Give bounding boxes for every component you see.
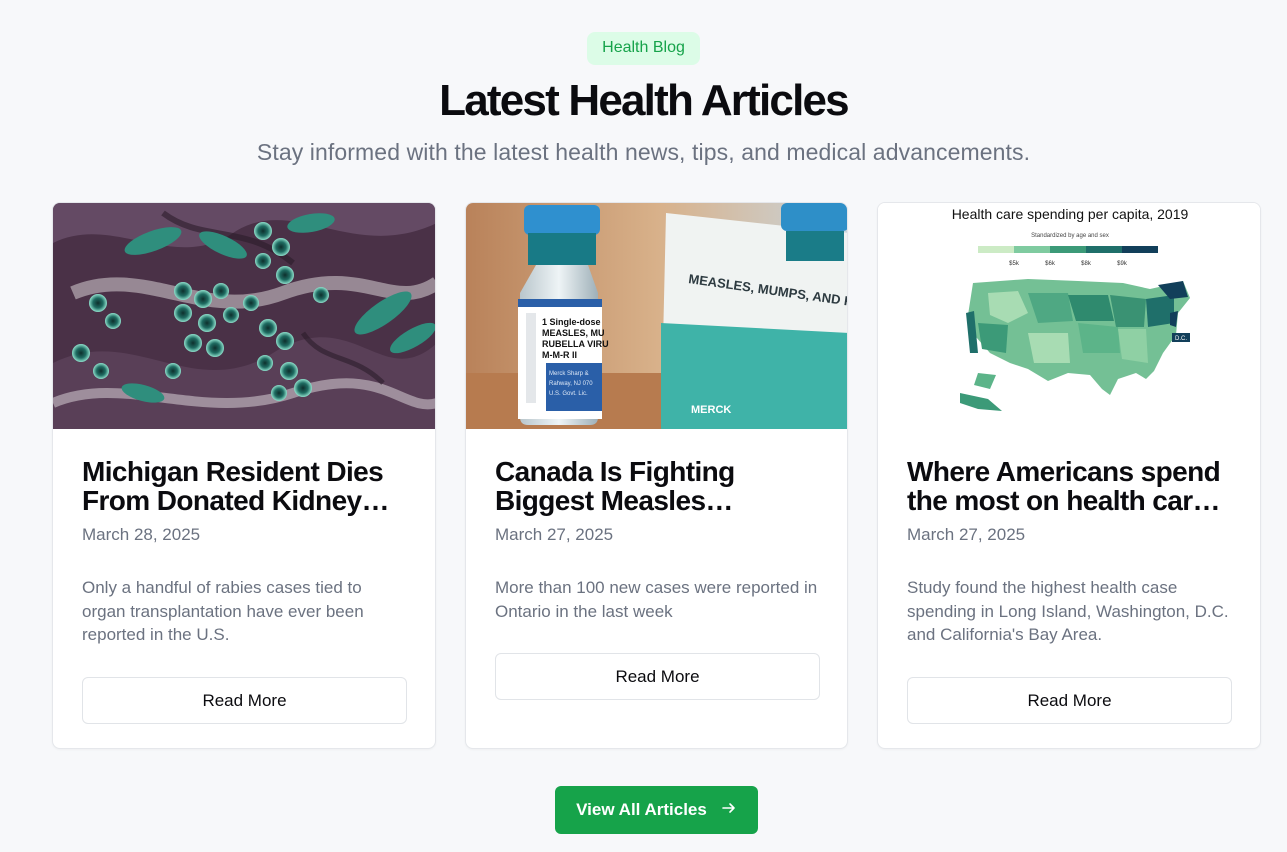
blog-badge: Health Blog (587, 32, 700, 65)
box-brand-text: MERCK (691, 404, 731, 416)
article-date: March 27, 2025 (495, 525, 614, 544)
legend-tick: $9k (1117, 261, 1128, 267)
read-more-button[interactable]: Read More (82, 676, 407, 724)
legend-tick: $8k (1081, 261, 1092, 267)
article-excerpt: More than 100 new cases were reported in… (495, 578, 818, 621)
page-header: Health Blog Latest Health Articles Stay … (0, 32, 1287, 166)
view-all-articles-button[interactable]: View All Articles (555, 786, 758, 834)
article-card-rabies: Michigan Resident Dies From Donated Kidn… (52, 202, 436, 749)
view-all-label: View All Articles (576, 800, 707, 819)
article-excerpt: Study found the highest health case spen… (907, 578, 1229, 644)
us-map (960, 279, 1190, 411)
read-more-button[interactable]: Read More (907, 676, 1232, 724)
article-image-us-spending-map: Health care spending per capita, 2019 St… (878, 203, 1260, 429)
vial-maker-text: Merck Sharp & (549, 371, 589, 377)
article-date: March 27, 2025 (907, 525, 1026, 544)
page-title: Latest Health Articles (439, 76, 850, 125)
dc-label: D.C. (1175, 336, 1187, 342)
legend-tick: $5k (1009, 261, 1020, 267)
article-title[interactable]: Michigan Resident Dies From Donated Kidn… (82, 457, 406, 515)
article-card-measles: MEASLES, MUMPS, AND RUBELLA MERCK 1 Sing… (465, 202, 848, 749)
map-legend: $5k $6k $8k $9k (978, 246, 1158, 267)
article-image-mmr-vaccine: MEASLES, MUMPS, AND RUBELLA MERCK 1 Sing… (466, 203, 847, 429)
page-subtitle: Stay informed with the latest health new… (256, 139, 1031, 165)
svg-text:Rahway, NJ 070: Rahway, NJ 070 (549, 381, 593, 387)
svg-text:MEASLES, MU: MEASLES, MU (542, 328, 605, 338)
map-subtitle: Standardized by age and sex (1031, 233, 1109, 239)
legend-tick: $6k (1045, 261, 1056, 267)
article-title[interactable]: Canada Is Fighting Biggest Measles… (495, 457, 818, 515)
article-image-rabies-virus (53, 203, 435, 429)
map-title: Health care spending per capita, 2019 (952, 206, 1189, 222)
svg-text:M-M-R II: M-M-R II (542, 350, 577, 360)
vial-label-text: 1 Single-dose (542, 317, 601, 327)
svg-text:RUBELLA VIRU: RUBELLA VIRU (542, 339, 609, 349)
article-excerpt: Only a handful of rabies cases tied to o… (82, 578, 364, 644)
article-title[interactable]: Where Americans spend the most on health… (907, 457, 1231, 515)
article-card-health-spending: Health care spending per capita, 2019 St… (877, 202, 1261, 749)
svg-text:U.S. Govt. Lic.: U.S. Govt. Lic. (549, 391, 588, 397)
article-date: March 28, 2025 (82, 525, 201, 544)
read-more-button[interactable]: Read More (495, 653, 820, 700)
arrow-right-icon (721, 800, 737, 821)
